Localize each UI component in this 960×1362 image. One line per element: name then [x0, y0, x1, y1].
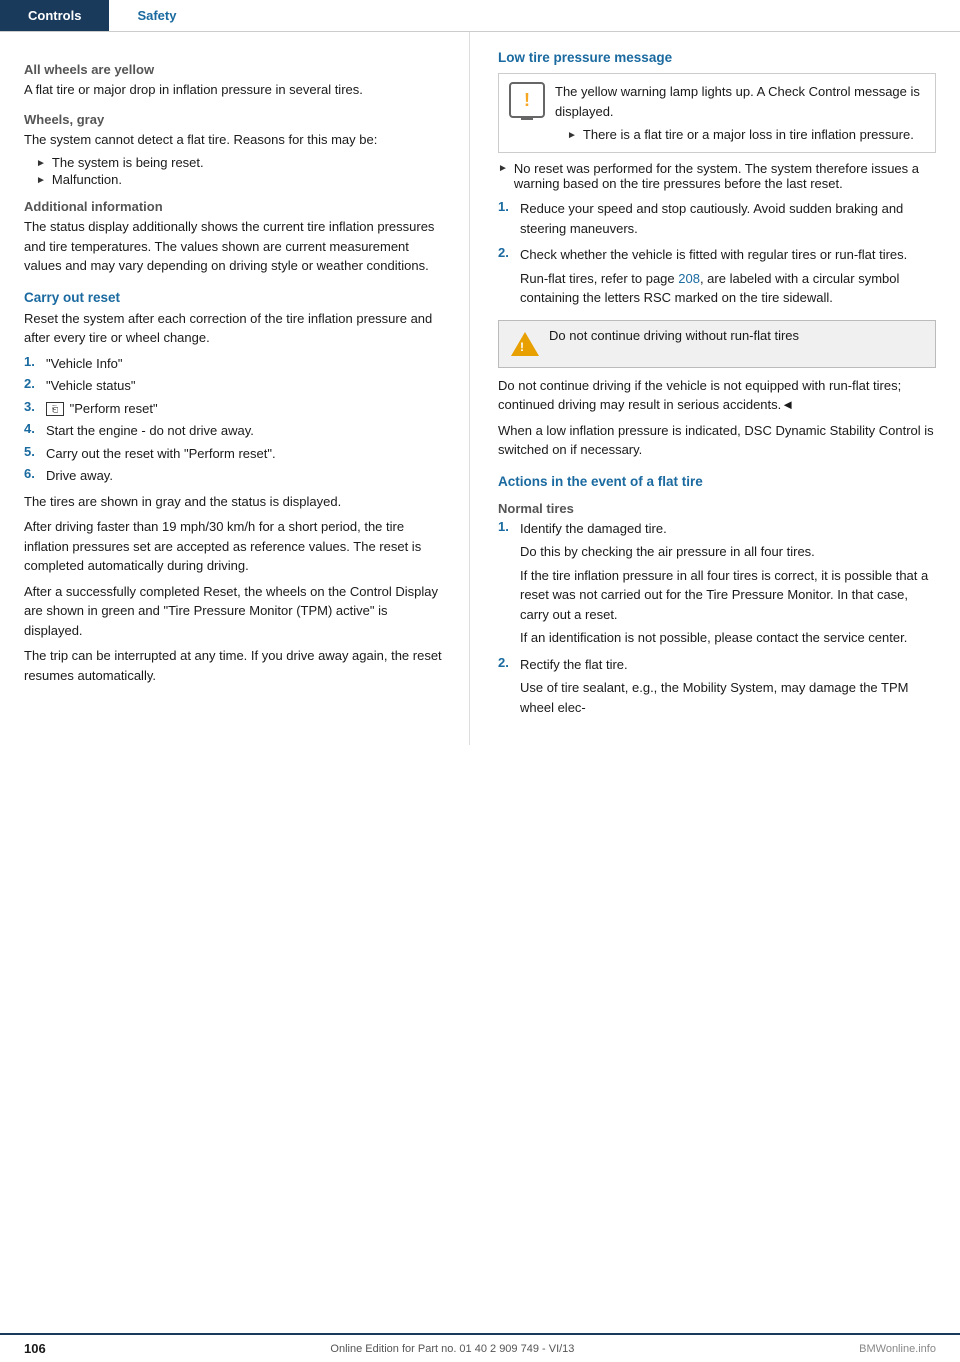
bullet-arrow-icon: ► [567, 130, 577, 141]
warning-text: The yellow warning lamp lights up. A Che… [555, 82, 925, 121]
step-num: 2. [498, 655, 520, 670]
step-num: 5. [24, 444, 46, 459]
run-flat-text-part1: Run-flat tires, refer to page [520, 271, 678, 286]
footer: 106 Online Edition for Part no. 01 40 2 … [0, 1333, 960, 1362]
bullet-malfunction: ► Malfunction. [24, 172, 445, 187]
carry-step-3: 3. ⎗ "Perform reset" [24, 399, 445, 419]
bullet-arrow-icon: ► [36, 158, 46, 169]
tab-controls[interactable]: Controls [0, 0, 109, 31]
step-text: "Vehicle status" [46, 376, 445, 396]
heading-wheels-gray: Wheels, gray [24, 112, 445, 127]
body-all-wheels: A flat tire or major drop in inflation p… [24, 80, 445, 100]
step-text: Carry out the reset with "Perform reset"… [46, 444, 445, 464]
step-num: 1. [498, 519, 520, 534]
carry-steps-list: 1. "Vehicle Info" 2. "Vehicle status" 3.… [24, 354, 445, 486]
right-column: Low tire pressure message ! The yellow w… [470, 32, 960, 745]
low-pressure-step-1: 1. Reduce your speed and stop cautiously… [498, 199, 936, 242]
perform-reset-icon: ⎗ [46, 402, 64, 416]
step-text: ⎗ "Perform reset" [46, 399, 445, 419]
heading-carry-reset: Carry out reset [24, 290, 445, 305]
carry-step-4: 4. Start the engine - do not drive away. [24, 421, 445, 441]
footer-logo: BMWonline.info [859, 1343, 936, 1355]
low-pressure-step-2: 2. Check whether the vehicle is fitted w… [498, 245, 936, 312]
after-steps-4: The trip can be interrupted at any time.… [24, 646, 445, 685]
step-content: Check whether the vehicle is fitted with… [520, 245, 936, 312]
step-num: 3. [24, 399, 46, 414]
tab-safety[interactable]: Safety [109, 0, 204, 31]
heading-all-wheels: All wheels are yellow [24, 62, 445, 77]
caution-text: Do not continue driving without run-flat… [549, 328, 799, 343]
sub-heading-normal-tires: Normal tires [498, 501, 936, 516]
step-content: Rectify the flat tire. Use of tire seala… [520, 655, 936, 722]
inflation-text: When a low inflation pressure is indicat… [498, 421, 936, 460]
left-column: All wheels are yellow A flat tire or maj… [0, 32, 470, 745]
warning-bullet: ► There is a flat tire or a major loss i… [555, 127, 925, 142]
step-num: 2. [498, 245, 520, 260]
page-number: 106 [24, 1341, 46, 1356]
step-content: Reduce your speed and stop cautiously. A… [520, 199, 936, 242]
bullet-text: Malfunction. [52, 172, 122, 187]
after-steps-1: The tires are shown in gray and the stat… [24, 492, 445, 512]
step-text: "Vehicle Info" [46, 354, 445, 374]
action-step-2: 2. Rectify the flat tire. Use of tire se… [498, 655, 936, 722]
bullet-arrow-icon: ► [36, 175, 46, 186]
step-num: 2. [24, 376, 46, 391]
carry-step-5: 5. Carry out the reset with "Perform res… [24, 444, 445, 464]
body-carry-intro: Reset the system after each correction o… [24, 309, 445, 348]
step-num: 4. [24, 421, 46, 436]
body-wheels-gray: The system cannot detect a flat tire. Re… [24, 130, 445, 150]
body-additional: The status display additionally shows th… [24, 217, 445, 276]
step-num: 6. [24, 466, 46, 481]
heading-actions-flat: Actions in the event of a flat tire [498, 474, 936, 489]
step-text: Start the engine - do not drive away. [46, 421, 445, 441]
bullet-text: The system is being reset. [52, 155, 204, 170]
bullet-no-reset-text: No reset was performed for the system. T… [514, 161, 936, 191]
carry-step-6: 6. Drive away. [24, 466, 445, 486]
action-step-1: 1. Identify the damaged tire. Do this by… [498, 519, 936, 652]
bullet-arrow-icon: ► [498, 163, 508, 174]
triangle-shape [511, 332, 539, 356]
step-content: Identify the damaged tire. Do this by ch… [520, 519, 936, 652]
bullet-system-reset: ► The system is being reset. [24, 155, 445, 170]
header-tabs: Controls Safety [0, 0, 960, 32]
step-text: Drive away. [46, 466, 445, 486]
carry-step-1: 1. "Vehicle Info" [24, 354, 445, 374]
low-pressure-warning-box: ! The yellow warning lamp lights up. A C… [498, 73, 936, 153]
triangle-warning-icon [509, 328, 541, 360]
step-num: 1. [24, 354, 46, 369]
page-link-208[interactable]: 208 [678, 271, 700, 286]
actions-steps: 1. Identify the damaged tire. Do this by… [498, 519, 936, 722]
warning-bullet-text: There is a flat tire or a major loss in … [583, 127, 914, 142]
main-content: All wheels are yellow A flat tire or maj… [0, 32, 960, 745]
step-num: 1. [498, 199, 520, 214]
part-info: Online Edition for Part no. 01 40 2 909 … [330, 1343, 574, 1355]
exclamation-warning-icon: ! [509, 82, 545, 118]
caution-box: Do not continue driving without run-flat… [498, 320, 936, 368]
after-steps-3: After a successfully completed Reset, th… [24, 582, 445, 641]
heading-additional: Additional information [24, 199, 445, 214]
warning-text-content: The yellow warning lamp lights up. A Che… [555, 82, 925, 144]
low-pressure-steps: 1. Reduce your speed and stop cautiously… [498, 199, 936, 312]
caution-body: Do not continue driving if the vehicle i… [498, 376, 936, 415]
carry-step-2: 2. "Vehicle status" [24, 376, 445, 396]
after-steps-2: After driving faster than 19 mph/30 km/h… [24, 517, 445, 576]
heading-low-pressure: Low tire pressure message [498, 50, 936, 65]
bullet-no-reset: ► No reset was performed for the system.… [498, 161, 936, 191]
